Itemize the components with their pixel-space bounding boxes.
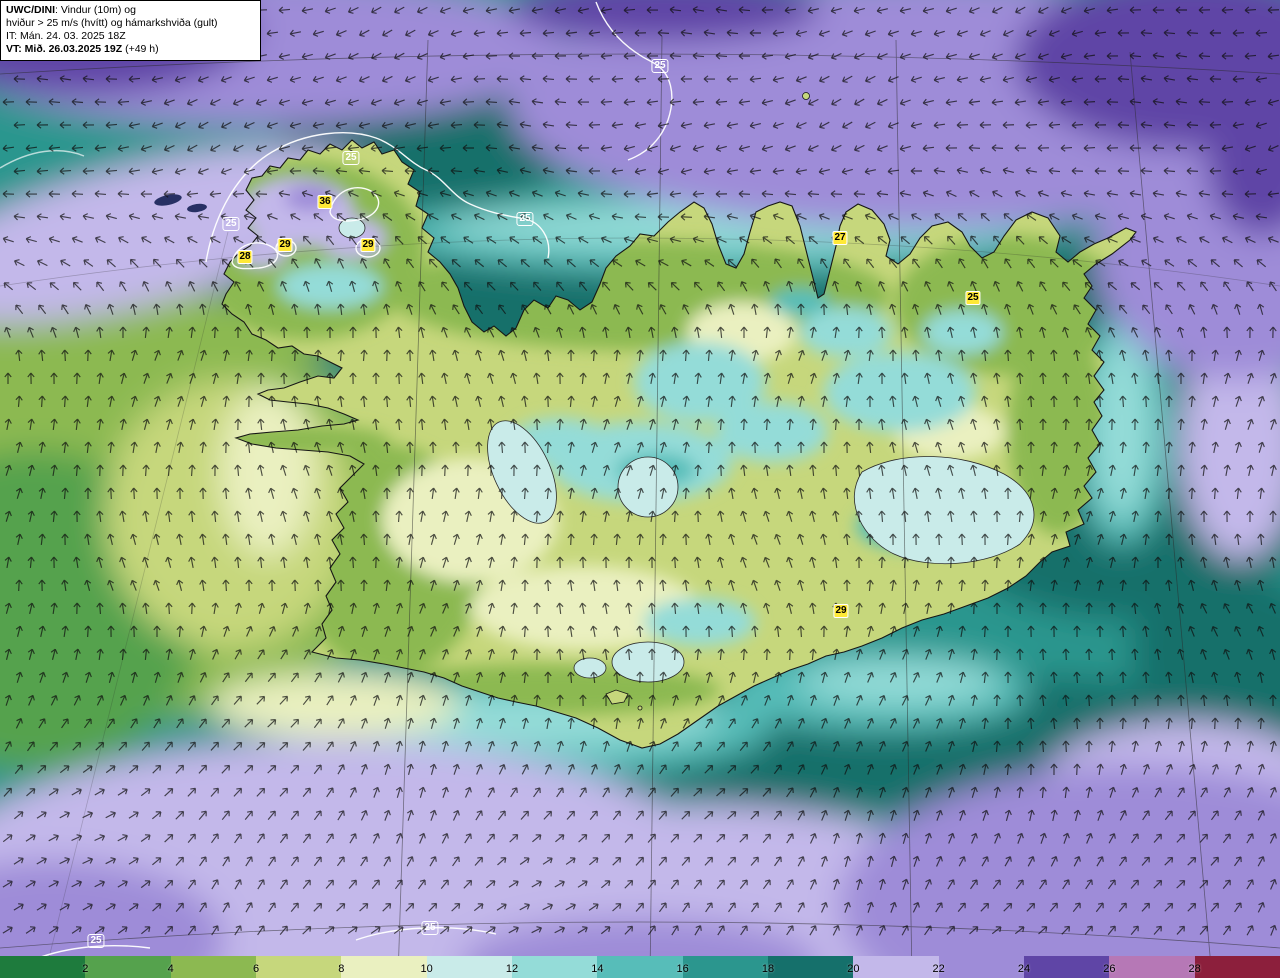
myrdalsjokull-glacier xyxy=(611,641,685,683)
small-island xyxy=(637,705,643,711)
colorbar-segment xyxy=(1024,956,1111,978)
legend-valid-time: VT: Mið. 26.03.2025 19Z (+49 h) xyxy=(6,43,254,56)
colorbar-tick-label: 22 xyxy=(932,963,945,975)
colorbar-segment xyxy=(426,956,513,978)
colorbar-segment xyxy=(682,956,769,978)
wind-forecast-map-page: 25 25 25 25 25 25 36 29 28 29 27 25 29 UWC/DINI: Vin… xyxy=(0,0,1280,978)
colorbar-segment xyxy=(1109,956,1196,978)
colorbar-tick-label: 16 xyxy=(676,963,689,975)
legend-line-2: hviður > 25 m/s (hvítt) og hámarkshviða … xyxy=(6,17,218,29)
hofsjokull-glacier xyxy=(617,456,679,518)
colorbar-tick-label: 10 xyxy=(420,963,433,975)
eyjafjallajokull-glacier xyxy=(573,657,607,679)
colorbar-tick-label: 2 xyxy=(82,963,89,975)
colorbar-tick-label: 24 xyxy=(1017,963,1031,975)
colorbar-tick-label: 18 xyxy=(761,963,775,975)
colorbar-tick-label: 26 xyxy=(1103,963,1116,975)
colorbar-tick-label: 20 xyxy=(847,963,860,975)
legend-line-1-text: : Vindur (10m) og xyxy=(55,4,136,16)
colorbar-segment xyxy=(512,956,599,978)
colorbar-segment xyxy=(768,956,855,978)
colorbar-segment xyxy=(938,956,1025,978)
colorbar-segment xyxy=(597,956,684,978)
colorbar-segment xyxy=(85,956,172,978)
colorbar-segment xyxy=(170,956,257,978)
model-name: UWC/DINI xyxy=(6,4,55,16)
colorbar-tick-label: 8 xyxy=(338,963,345,975)
colorbar-segment xyxy=(0,956,87,978)
colorbar-tick-label: 28 xyxy=(1188,963,1201,975)
colorbar-segment xyxy=(853,956,940,978)
wind-map xyxy=(0,0,1280,978)
legend-line-1: UWC/DINI: Vindur (10m) og xyxy=(6,4,254,17)
map-info-legend: UWC/DINI: Vindur (10m) og hviður > 25 m/… xyxy=(0,0,261,61)
grimsey-island xyxy=(802,92,810,100)
colorbar-segment xyxy=(1194,956,1280,978)
colorbar-tick-label: 14 xyxy=(591,963,604,975)
colorbar-tick-label: 4 xyxy=(167,963,174,975)
colorbar-tick-label: 6 xyxy=(252,963,260,975)
wind-speed-colorbar: 2 4 6 8 10 12 14 16 18 20 22 24 26 28 xyxy=(0,956,1280,978)
valid-time-offset: (+49 h) xyxy=(122,43,159,55)
colorbar-segment xyxy=(341,956,428,978)
colorbar-tick-label: 12 xyxy=(505,963,519,975)
colorbar-segment xyxy=(256,956,343,978)
valid-time-bold: VT: Mið. 26.03.2025 19Z xyxy=(6,43,123,55)
legend-init-time: IT: Mán. 24. 03. 2025 18Z xyxy=(6,30,126,42)
